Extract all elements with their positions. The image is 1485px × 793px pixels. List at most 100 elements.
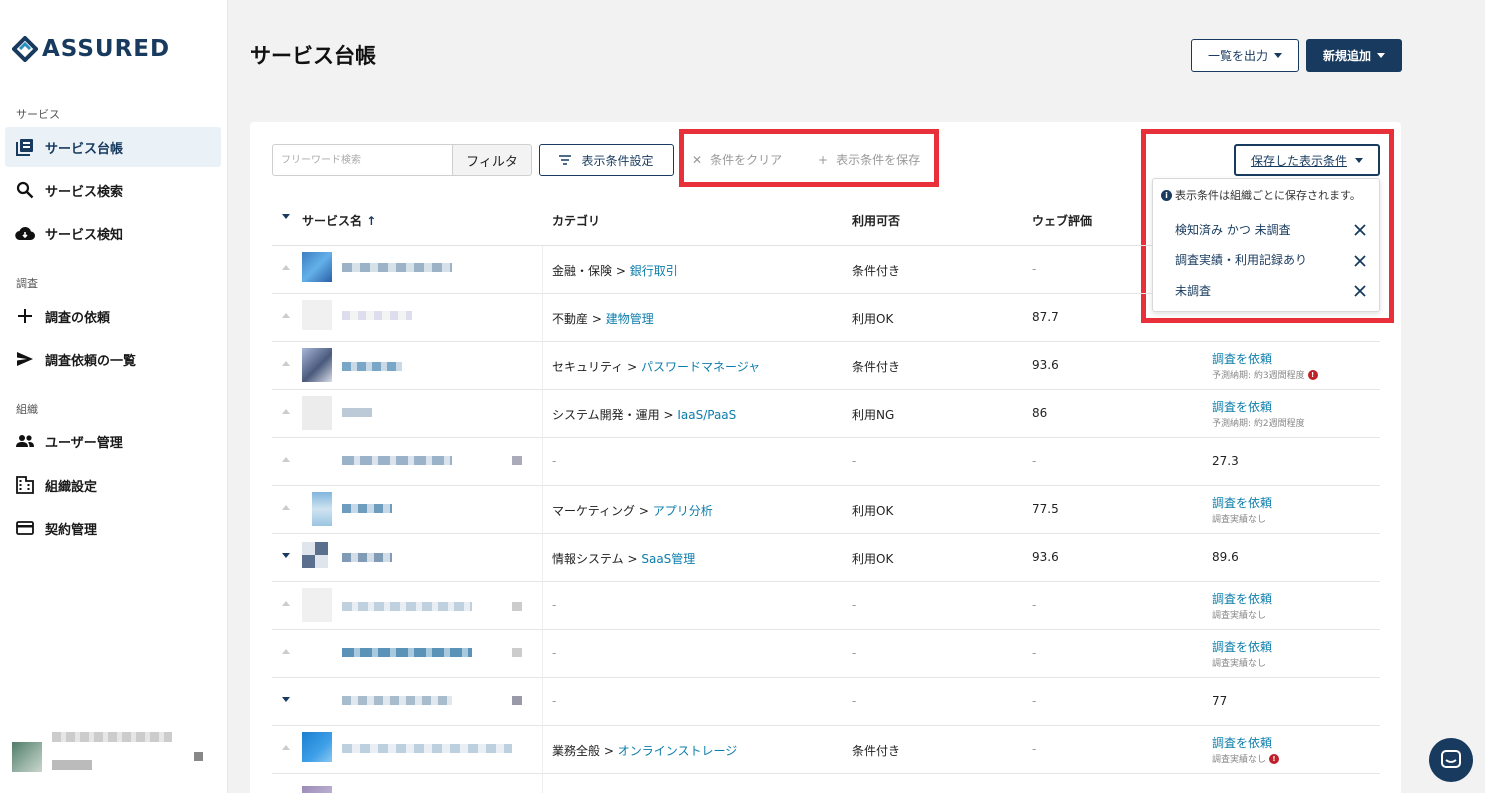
column-header-usage[interactable]: 利用可否 bbox=[852, 212, 900, 229]
column-header-name[interactable]: サービス名 ↑ bbox=[302, 212, 376, 229]
delete-condition-icon[interactable] bbox=[1353, 223, 1367, 237]
user-account[interactable] bbox=[12, 730, 212, 774]
table-row[interactable]: 業務全般 > オンラインストレージ 条件付き - 調査を依頼 調査実績なし! bbox=[272, 726, 1380, 774]
usage-cell: - bbox=[852, 646, 857, 660]
table-row[interactable]: - - - 27.3 bbox=[272, 438, 1380, 486]
cloud-icon bbox=[15, 223, 35, 243]
expand-row-icon[interactable] bbox=[282, 313, 290, 318]
export-list-button[interactable]: 一覧を出力 bbox=[1191, 39, 1299, 72]
category-link[interactable]: アプリ分析 bbox=[653, 504, 713, 518]
category-link[interactable]: 銀行取引 bbox=[630, 264, 678, 278]
sidebar-item-request-list[interactable]: 調査依頼の一覧 bbox=[5, 339, 221, 379]
request-research-link[interactable]: 調査を依頼 bbox=[1212, 494, 1272, 511]
column-header-category[interactable]: カテゴリ bbox=[552, 212, 600, 229]
add-new-button[interactable]: 新規追加 bbox=[1306, 39, 1402, 72]
saved-condition-item[interactable]: 調査実績・利用記録あり bbox=[1175, 251, 1307, 268]
table-row[interactable]: セキュリティ > パスワードマネージャ 条件付き 93.6 調査を依頼 予測納期… bbox=[272, 342, 1380, 390]
request-research-cell: 調査を依頼 調査実績なし bbox=[1212, 494, 1272, 525]
dropdown-info: i 表示条件は組織ごとに保存されます。 bbox=[1161, 187, 1361, 203]
request-research-link[interactable]: 調査を依頼 bbox=[1212, 350, 1318, 367]
sidebar-item-request-research[interactable]: 調査の依頼 bbox=[5, 296, 221, 336]
sort-ascending-icon[interactable]: ↑ bbox=[366, 214, 376, 228]
expand-row-icon[interactable] bbox=[282, 505, 290, 510]
table-row-partial[interactable] bbox=[272, 774, 1380, 793]
building-icon bbox=[15, 475, 35, 495]
web-rating-cell: 77.5 bbox=[1032, 502, 1059, 516]
sidebar-item-contract[interactable]: 契約管理 bbox=[5, 508, 221, 548]
logo[interactable]: ASSURED bbox=[12, 36, 170, 62]
expand-row-icon[interactable] bbox=[282, 361, 290, 366]
user-menu-icon[interactable] bbox=[194, 752, 203, 761]
request-research-link[interactable]: 調査を依頼 bbox=[1212, 398, 1305, 415]
sidebar-item-org-settings[interactable]: 組織設定 bbox=[5, 465, 221, 505]
warning-icon: ! bbox=[1307, 369, 1318, 380]
expand-row-icon[interactable] bbox=[282, 745, 290, 750]
category-cell: - bbox=[552, 454, 557, 468]
category-link[interactable]: パスワードマネージャ bbox=[641, 360, 760, 374]
service-name-redacted bbox=[302, 732, 532, 768]
service-name-redacted bbox=[302, 300, 532, 336]
table-row[interactable]: 情報システム > SaaS管理 利用OK 93.6 89.6 bbox=[272, 534, 1380, 582]
search-input[interactable] bbox=[272, 144, 453, 176]
save-conditions-button[interactable]: + 表示条件を保存 bbox=[818, 151, 920, 168]
category-link[interactable]: IaaS/PaaS bbox=[677, 408, 736, 422]
expand-all-icon[interactable] bbox=[282, 214, 290, 219]
service-name-redacted bbox=[302, 348, 532, 384]
sidebar-item-service-detect[interactable]: サービス検知 bbox=[5, 213, 221, 253]
table-row[interactable]: システム開発・運用 > IaaS/PaaS 利用NG 86 調査を依頼 予測納期… bbox=[272, 390, 1380, 438]
usage-cell: 利用OK bbox=[852, 552, 894, 566]
research-record: 調査実績なし bbox=[1212, 755, 1267, 765]
table-row[interactable]: マーケティング > アプリ分析 利用OK 77.5 調査を依頼 調査実績なし bbox=[272, 486, 1380, 534]
sidebar-item-user-management[interactable]: ユーザー管理 bbox=[5, 421, 221, 461]
expand-row-icon[interactable] bbox=[282, 409, 290, 414]
sidebar-item-service-ledger[interactable]: サービス台帳 bbox=[5, 127, 221, 167]
expand-row-icon[interactable] bbox=[282, 553, 290, 558]
category-cell: - bbox=[552, 646, 557, 660]
clear-conditions-button[interactable]: ✕ 条件をクリア bbox=[692, 151, 782, 168]
people-icon bbox=[15, 431, 35, 451]
saved-conditions-dropdown: i 表示条件は組織ごとに保存されます。 検知済み かつ 未調査 調査実績・利用記… bbox=[1152, 178, 1380, 312]
request-research-link[interactable]: 調査を依頼 bbox=[1212, 734, 1279, 751]
request-research-link[interactable]: 調査を依頼 bbox=[1212, 638, 1272, 655]
research-record: 調査実績なし bbox=[1212, 659, 1267, 669]
expand-row-icon[interactable] bbox=[282, 457, 290, 462]
warning-icon: ! bbox=[1269, 753, 1280, 764]
web-rating-cell: - bbox=[1032, 598, 1037, 612]
usage-cell: 条件付き bbox=[852, 264, 901, 278]
saved-conditions-button[interactable]: 保存した表示条件 bbox=[1234, 144, 1380, 176]
service-name-redacted bbox=[302, 636, 532, 672]
delete-condition-icon[interactable] bbox=[1353, 284, 1367, 298]
score-cell: 77 bbox=[1212, 694, 1228, 708]
expand-row-icon[interactable] bbox=[282, 265, 290, 270]
sidebar-item-service-search[interactable]: サービス検索 bbox=[5, 170, 221, 210]
chat-support-button[interactable] bbox=[1429, 738, 1473, 782]
saved-condition-item[interactable]: 検知済み かつ 未調査 bbox=[1175, 221, 1291, 238]
category-link[interactable]: オンラインストレージ bbox=[618, 744, 738, 758]
display-settings-button[interactable]: 表示条件設定 bbox=[539, 144, 674, 176]
category-link[interactable]: SaaS管理 bbox=[641, 552, 695, 566]
usage-cell: - bbox=[852, 598, 857, 612]
category-cell: 金融・保険 > 銀行取引 bbox=[552, 264, 678, 278]
column-header-web-rating[interactable]: ウェブ評価 bbox=[1032, 212, 1092, 229]
sidebar-item-label: 契約管理 bbox=[45, 522, 98, 538]
sidebar-item-label: 調査依頼の一覧 bbox=[45, 353, 137, 369]
expand-row-icon[interactable] bbox=[282, 697, 290, 702]
research-record: 調査実績なし bbox=[1212, 515, 1267, 525]
request-research-cell: 調査を依頼 予測納期: 約3週間程度! bbox=[1212, 350, 1318, 381]
expand-row-icon[interactable] bbox=[282, 649, 290, 654]
delete-condition-icon[interactable] bbox=[1353, 254, 1367, 268]
filter-button[interactable]: フィルタ bbox=[452, 144, 532, 176]
service-name-redacted bbox=[302, 780, 532, 793]
table-row[interactable]: - - - 調査を依頼 調査実績なし bbox=[272, 582, 1380, 630]
request-research-link[interactable]: 調査を依頼 bbox=[1212, 590, 1272, 607]
table-row[interactable]: - - - 77 bbox=[272, 678, 1380, 726]
sidebar-item-label: サービス検索 bbox=[45, 184, 124, 200]
add-new-button-label: 新規追加 bbox=[1322, 49, 1371, 63]
sidebar-item-label: サービス検知 bbox=[45, 227, 124, 243]
expand-row-icon[interactable] bbox=[282, 601, 290, 606]
request-research-cell: 調査を依頼 調査実績なし bbox=[1212, 590, 1272, 621]
saved-condition-item[interactable]: 未調査 bbox=[1175, 282, 1211, 299]
category-link[interactable]: 建物管理 bbox=[606, 312, 654, 326]
caret-down-icon bbox=[1274, 53, 1282, 58]
table-row[interactable]: - - - 調査を依頼 調査実績なし bbox=[272, 630, 1380, 678]
